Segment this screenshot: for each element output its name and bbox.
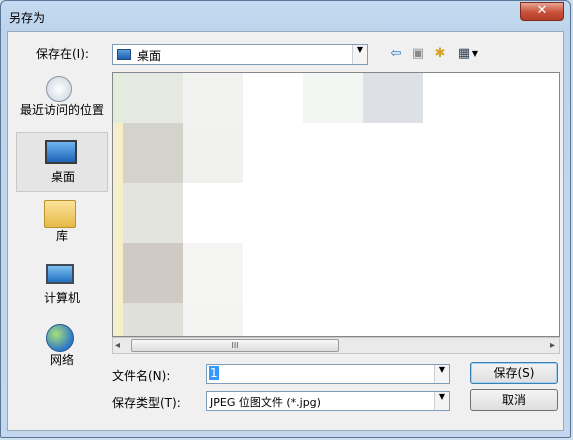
- save-in-combo[interactable]: 桌面 ▼: [112, 44, 368, 65]
- horizontal-scrollbar[interactable]: ◂ III ▸: [112, 337, 560, 354]
- scroll-left-arrow-icon[interactable]: ◂: [115, 338, 120, 353]
- scrollbar-grip: III: [231, 341, 239, 350]
- blurred-thumbnail: [363, 73, 423, 123]
- save-in-value: 桌面: [137, 49, 162, 63]
- file-type-label: 保存类型(T):: [112, 396, 181, 410]
- place-label: 网络: [49, 353, 74, 367]
- blurred-thumbnail: [113, 73, 123, 123]
- place-label: 计算机: [43, 291, 80, 305]
- save-as-dialog: 另存为 ✕ 保存在(I): 桌面 ▼ ⇦ ▣ ✱ ▦ ▼ 最近访问的位置 桌面: [0, 0, 571, 438]
- place-label: 最近访问的位置: [19, 103, 104, 117]
- blurred-thumbnail: [183, 243, 243, 303]
- file-list[interactable]: [112, 72, 560, 337]
- blurred-thumbnail: [183, 73, 243, 123]
- library-icon: [44, 200, 76, 228]
- file-name-value: 1: [209, 366, 219, 380]
- file-name-label: 文件名(N):: [112, 369, 171, 383]
- close-icon: ✕: [536, 3, 548, 18]
- place-network[interactable]: 网络: [16, 320, 108, 380]
- file-type-select[interactable]: JPEG 位图文件 (*.jpg) ▼: [206, 391, 450, 411]
- places-bar: 最近访问的位置 桌面 库 计算机 网络: [16, 72, 108, 372]
- place-computer[interactable]: 计算机: [16, 258, 108, 318]
- dialog-body: 保存在(I): 桌面 ▼ ⇦ ▣ ✱ ▦ ▼ 最近访问的位置 桌面 库 计算机 …: [7, 31, 564, 431]
- desktop-icon: [45, 140, 77, 164]
- chevron-down-icon[interactable]: ▼: [434, 365, 449, 383]
- scroll-right-arrow-icon[interactable]: ▸: [550, 338, 555, 353]
- blurred-thumbnail: [123, 123, 183, 183]
- network-icon: [46, 324, 74, 352]
- file-name-input[interactable]: 1 ▼: [206, 364, 450, 384]
- back-icon[interactable]: ⇦: [386, 45, 406, 63]
- scrollbar-thumb[interactable]: III: [131, 339, 339, 352]
- up-folder-icon[interactable]: ▣: [408, 45, 428, 63]
- blurred-thumbnail: [183, 303, 243, 336]
- file-type-value: JPEG 位图文件 (*.jpg): [210, 396, 321, 409]
- blurred-thumbnail: [123, 303, 183, 336]
- place-label: 库: [55, 229, 68, 243]
- chevron-down-icon[interactable]: ▼: [352, 45, 367, 64]
- blurred-thumbnail: [123, 243, 183, 303]
- blurred-thumbnail: [183, 123, 243, 183]
- blurred-thumbnail: [123, 183, 183, 243]
- blurred-thumbnail: [303, 73, 363, 123]
- blurred-thumbnail: [123, 73, 183, 123]
- place-recent[interactable]: 最近访问的位置: [16, 72, 108, 132]
- place-library[interactable]: 库: [16, 196, 108, 256]
- recent-places-icon: [46, 76, 72, 102]
- save-button[interactable]: 保存(S): [470, 362, 558, 384]
- desktop-small-icon: [117, 49, 131, 60]
- place-desktop[interactable]: 桌面: [16, 132, 108, 192]
- new-folder-icon[interactable]: ✱: [430, 45, 450, 63]
- cancel-button[interactable]: 取消: [470, 389, 558, 411]
- chevron-down-icon[interactable]: ▼: [434, 392, 449, 410]
- place-label: 桌面: [50, 170, 75, 184]
- computer-icon: [46, 264, 74, 284]
- title-bar[interactable]: 另存为 ✕: [1, 1, 570, 31]
- chevron-down-icon[interactable]: ▼: [470, 45, 480, 63]
- save-in-label: 保存在(I):: [36, 47, 89, 61]
- window-title: 另存为: [9, 11, 46, 25]
- close-button[interactable]: ✕: [520, 2, 564, 21]
